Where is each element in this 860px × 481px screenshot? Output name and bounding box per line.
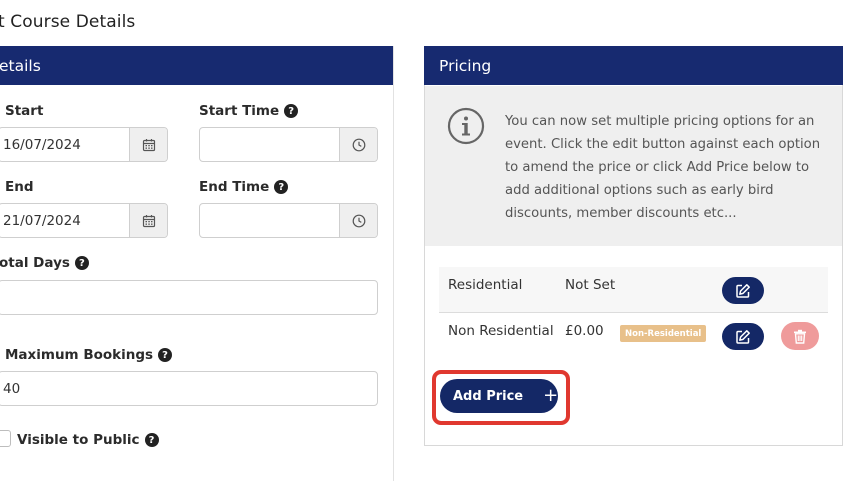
info-box: You can now set multiple pricing options… [425,86,842,246]
pricing-panel-title: Pricing [439,56,492,75]
help-icon[interactable]: ? [144,433,159,447]
details-panel-title: etails [0,56,41,75]
start-date-label: Start [5,103,44,119]
start-date-value: 16/07/2024 [3,136,81,153]
help-icon[interactable]: ? [158,348,173,362]
visible-to-public-label: Visible to Public ? [17,432,159,448]
max-bookings-field[interactable]: 40 [0,371,378,406]
trash-icon [794,329,806,344]
help-icon[interactable]: ? [284,104,299,118]
end-date-label: End [5,179,34,195]
add-price-label: Add Price [453,388,524,404]
details-panel-header: etails [0,46,393,85]
start-time-field[interactable] [199,127,378,162]
edit-price-button[interactable] [722,323,764,350]
end-time-label: End Time ? [199,179,289,195]
price-table: Residential Not Set Non Residential £0.0… [439,267,828,359]
edit-icon [736,329,750,344]
end-date-field[interactable]: 21/07/2024 [0,203,168,238]
start-time-label: Start Time ? [199,103,299,119]
pricing-panel-header: Pricing [424,46,843,85]
price-option-value: Not Set [565,277,616,293]
price-option-value: £0.00 [565,323,604,339]
clock-icon[interactable] [339,128,377,161]
max-bookings-label: Maximum Bookings ? [5,347,173,363]
price-option-name: Residential [448,277,523,293]
delete-price-button[interactable] [781,322,819,350]
edit-price-button[interactable] [722,277,764,304]
page-title: t Course Details [0,12,136,32]
price-option-name: Non Residential [448,323,554,339]
visible-to-public-checkbox[interactable] [0,430,11,447]
info-icon [447,107,485,145]
add-price-button[interactable]: Add Price + [440,379,558,413]
table-row: Residential Not Set [439,267,828,313]
end-date-value: 21/07/2024 [3,212,81,229]
clock-icon[interactable] [339,204,377,237]
info-text: You can now set multiple pricing options… [505,114,821,221]
start-date-field[interactable]: 16/07/2024 [0,127,168,162]
end-time-field[interactable] [199,203,378,238]
total-days-label: otal Days ? [0,255,89,271]
price-type-badge: Non-Residential [620,325,707,342]
calendar-icon[interactable] [129,204,167,237]
edit-icon [736,283,750,298]
plus-icon: + [543,385,559,406]
total-days-field[interactable] [0,280,378,315]
table-row: Non Residential £0.00 Non-Residential [439,313,828,359]
help-icon[interactable]: ? [74,256,89,270]
calendar-icon[interactable] [129,128,167,161]
help-icon[interactable]: ? [274,180,289,194]
max-bookings-value: 40 [3,380,21,397]
